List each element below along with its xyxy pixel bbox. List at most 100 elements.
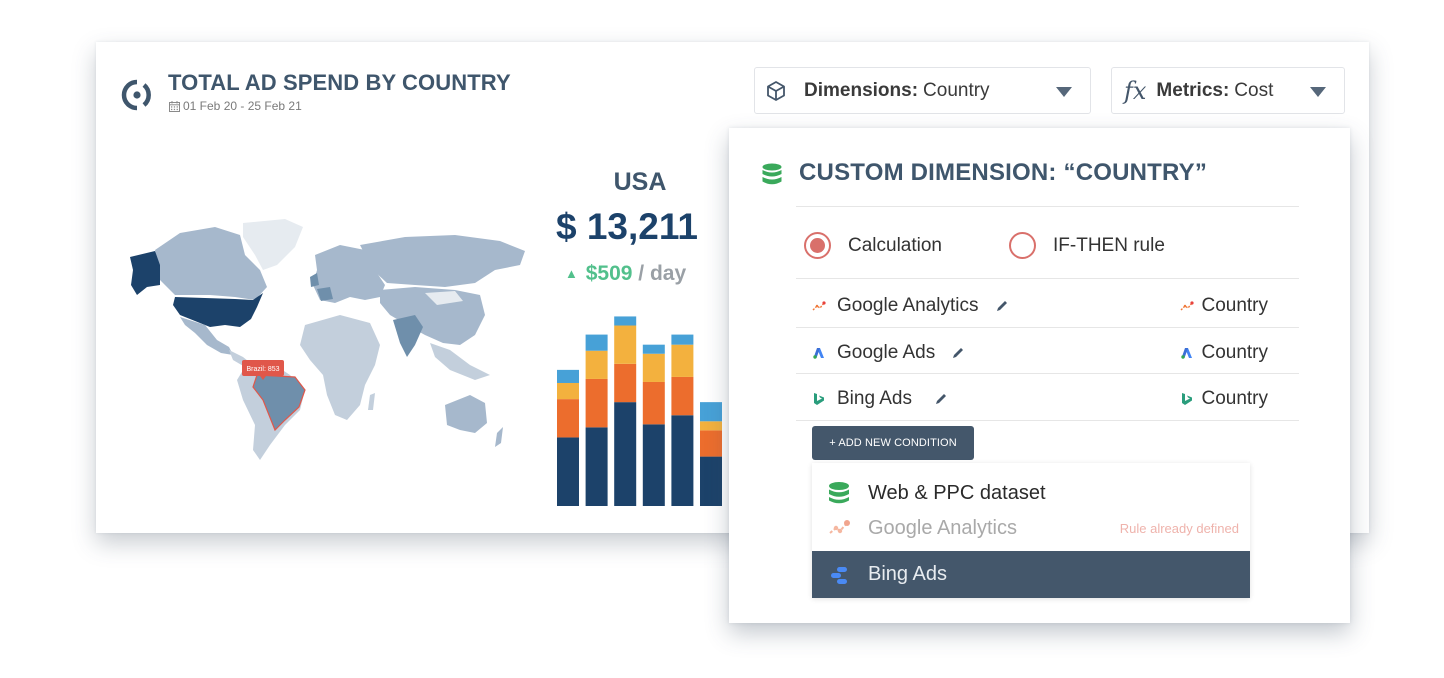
bar-stack[interactable] (614, 316, 637, 506)
bar-segment-series-d[interactable] (585, 334, 608, 351)
dimensions-select[interactable]: Dimensions: Country (754, 67, 1091, 114)
bar-segment-series-c[interactable] (614, 325, 637, 364)
bar-stack[interactable] (585, 334, 608, 506)
pencil-icon[interactable] (951, 346, 965, 360)
map-region-se-asia[interactable] (430, 343, 490, 380)
kpi-delta-value: $509 (585, 262, 633, 285)
source-field: Country (1201, 388, 1268, 409)
chevron-down-icon (1310, 87, 1326, 97)
bar-segment-series-b[interactable] (642, 381, 665, 425)
dropdown-item-google-analytics: Google Analytics Rule already defined (812, 505, 1250, 551)
bar-segment-series-d[interactable] (614, 316, 637, 326)
radio-selected-icon (804, 232, 831, 259)
bar-segment-series-a[interactable] (557, 437, 579, 506)
cube-icon (767, 80, 785, 101)
kpi-country: USA (613, 168, 667, 196)
bar-stack[interactable] (642, 344, 665, 506)
dimensions-value: Country (923, 79, 990, 101)
widget-logo-icon (121, 79, 151, 111)
calendar-icon (169, 100, 180, 112)
bar-segment-series-a[interactable] (642, 424, 665, 506)
bar-stack[interactable] (557, 369, 579, 506)
bar-segment-series-b[interactable] (671, 376, 694, 416)
pencil-icon[interactable] (995, 299, 1009, 313)
stacked-bar-chart (557, 316, 722, 506)
source-dropdown: Web & PPC dataset Google Analytics Rule … (812, 463, 1250, 598)
bar-segment-series-c[interactable] (585, 350, 608, 379)
bar-segment-series-d[interactable] (557, 369, 579, 383)
divider (796, 327, 1299, 328)
bar-segment-series-d[interactable] (700, 402, 722, 422)
radio-label: Calculation (848, 234, 942, 256)
bar-segment-series-c[interactable] (642, 353, 665, 382)
bar-segment-series-c[interactable] (557, 382, 579, 400)
divider (796, 420, 1299, 421)
map-region-africa[interactable] (300, 315, 380, 420)
metrics-value: Cost (1234, 79, 1274, 101)
panel-title: CUSTOM DIMENSION: “COUNTRY” (799, 159, 1208, 186)
bar-segment-series-d[interactable] (671, 334, 694, 345)
source-name: Google Analytics (837, 295, 979, 316)
source-name: Google Ads (837, 342, 936, 363)
dropdown-header-label: Web & PPC dataset (868, 481, 1046, 504)
divider (796, 278, 1299, 279)
radio-unselected-icon (1009, 232, 1036, 259)
metrics-label: Metrics: (1156, 79, 1230, 101)
bar-stack[interactable] (700, 402, 722, 506)
map-region-alaska[interactable] (130, 251, 160, 295)
bar-segment-series-a[interactable] (671, 415, 694, 506)
add-new-condition-button[interactable]: + ADD NEW CONDITION (812, 426, 974, 460)
source-row-google-analytics[interactable]: Google Analytics Country (812, 283, 1298, 329)
dropdown-item-label: Google Analytics (868, 516, 1017, 539)
bar-segment-series-b[interactable] (700, 430, 722, 457)
bar-segment-series-d[interactable] (642, 344, 665, 354)
source-row-bing-ads[interactable]: Bing Ads Country (812, 376, 1298, 422)
source-name: Bing Ads (837, 388, 912, 409)
map-region-russia[interactable] (360, 235, 525, 287)
pencil-icon[interactable] (934, 392, 948, 406)
radio-calculation[interactable]: Calculation (804, 232, 942, 259)
metrics-select[interactable]: fx Metrics: Cost (1111, 67, 1345, 114)
google-ads-icon (813, 348, 824, 359)
bing-icon (814, 393, 824, 405)
kpi-delta: ▲ $509 / day (565, 262, 686, 286)
divider (796, 373, 1299, 374)
google-analytics-icon (812, 301, 826, 311)
dropdown-item-bing-ads[interactable]: Bing Ads (812, 551, 1250, 598)
bar-segment-series-c[interactable] (700, 421, 722, 431)
source-row-google-ads[interactable]: Google Ads Country (812, 330, 1298, 376)
date-range[interactable]: 01 Feb 20 - 25 Feb 21 (169, 99, 302, 113)
map-region-australia[interactable] (445, 395, 487, 433)
bar-stack[interactable] (671, 334, 694, 506)
bar-segment-series-b[interactable] (557, 399, 579, 438)
bar-segment-series-a[interactable] (614, 402, 637, 506)
radio-label: IF-THEN rule (1053, 234, 1165, 256)
source-field: Country (1201, 295, 1268, 316)
database-icon (829, 482, 849, 504)
divider (796, 206, 1299, 207)
map-tooltip-text: Brazil: 853 (246, 366, 279, 373)
bing-ads-connector-icon (831, 566, 847, 584)
google-ads-icon (1181, 348, 1193, 359)
google-analytics-icon (1180, 301, 1195, 311)
map-region-new-zealand[interactable] (495, 427, 503, 447)
bar-segment-series-b[interactable] (614, 363, 637, 403)
map-region-india[interactable] (393, 315, 423, 357)
dropdown-item-label: Bing Ads (868, 563, 947, 585)
bing-icon (1182, 393, 1193, 405)
bar-segment-series-b[interactable] (585, 378, 608, 428)
bar-segment-series-c[interactable] (671, 344, 694, 377)
bar-segment-series-a[interactable] (585, 427, 608, 506)
kpi-total: $ 13,211 (556, 206, 698, 247)
dimensions-label: Dimensions: (804, 79, 919, 101)
function-icon: fx (1124, 76, 1147, 105)
trend-up-icon: ▲ (565, 266, 578, 281)
world-map[interactable]: Brazil: 853 (125, 215, 535, 465)
kpi-delta-suffix: / day (638, 262, 687, 285)
map-region-madagascar[interactable] (368, 393, 375, 410)
chevron-down-icon (1056, 87, 1072, 97)
google-analytics-icon (829, 520, 850, 534)
bar-segment-series-a[interactable] (700, 456, 722, 506)
radio-if-then-rule[interactable]: IF-THEN rule (1009, 232, 1165, 259)
date-range-text: 01 Feb 20 - 25 Feb 21 (183, 99, 302, 113)
